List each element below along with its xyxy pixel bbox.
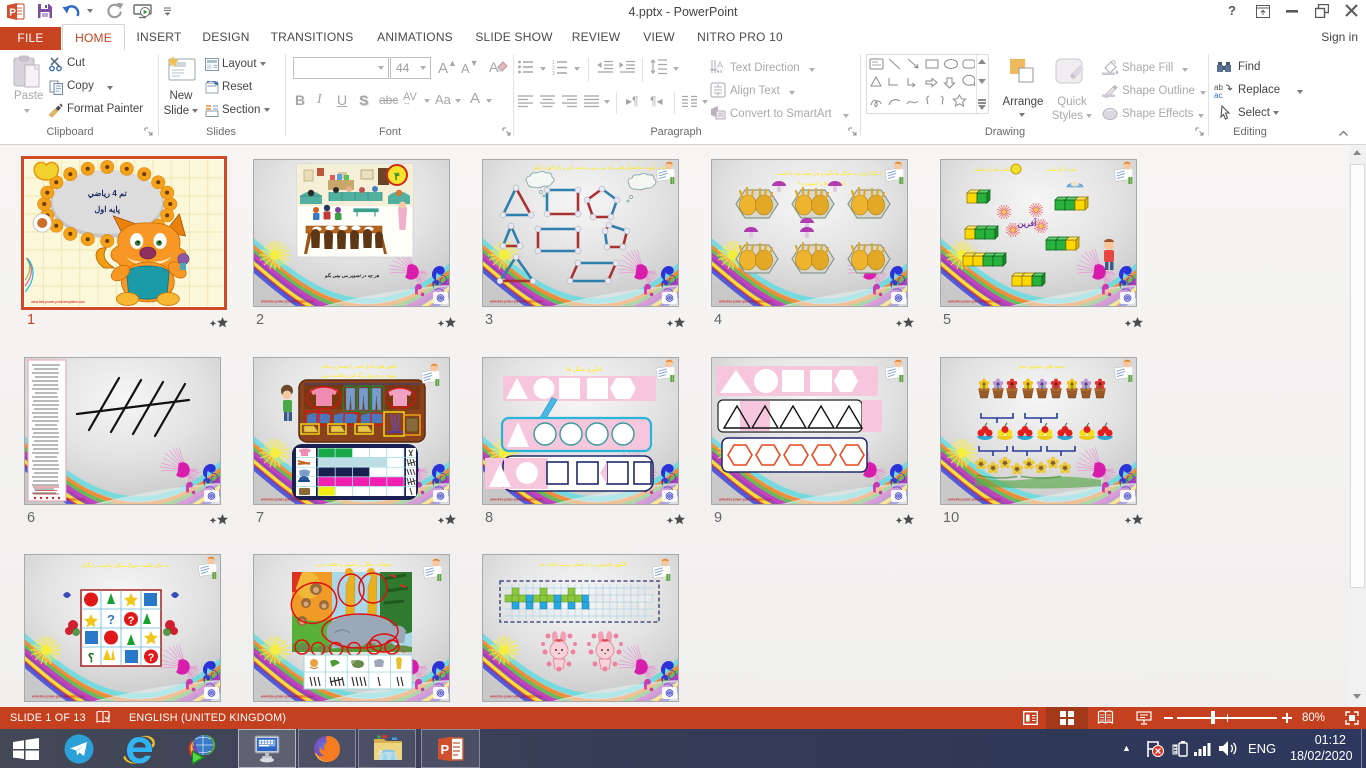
svg-text:?: ?: [107, 612, 115, 627]
svg-text:يادآوری شکل ها: يادآوری شکل ها: [567, 365, 604, 373]
svg-text:به جای علامت سوال شکل مناسب را: به جای علامت سوال شکل مناسب را بگذار: [80, 562, 169, 569]
svg-text:چند تا کم است: چند تا کم است: [1046, 167, 1077, 173]
svg-text:۴: ۴: [394, 171, 400, 183]
svg-text:نمونه در جدول رنگ کن و علامت ب: نمونه در جدول رنگ کن و علامت بزن: [321, 372, 396, 379]
svg-text:تم 4 رياضي: تم 4 رياضي: [88, 189, 128, 199]
svg-text:آفرين: آفرين: [1018, 217, 1038, 229]
svg-text:حيوانات جنگل را بشمار و علامت: حيوانات جنگل را بشمار و علامت بزن: [316, 561, 392, 568]
svg-text:الگوی هارمونی را به همان ترتيب: الگوی هارمونی را به همان ترتيب ادامه بده: [540, 561, 627, 568]
svg-text:با نگاه کردن به شکل ها بگو در: با نگاه کردن به شکل ها بگو در هر دسته چن…: [777, 170, 883, 177]
svg-text:هر چه در تصوير می بينی بگو: هر چه در تصوير می بينی بگو: [324, 272, 380, 279]
svg-text:?: ?: [128, 615, 135, 627]
svg-text:؟: ؟: [88, 651, 94, 665]
svg-text:www.free-power-point-templates: www.free-power-point-templates.com: [31, 300, 85, 304]
svg-text:?: ?: [148, 652, 155, 664]
svg-text:A: A: [717, 60, 723, 70]
svg-text:مکعب ها را بشمار: مکعب ها را بشمار: [973, 167, 1012, 173]
svg-text:دسته های مساوی بساز: دسته های مساوی بساز: [1016, 364, 1065, 370]
svg-text:3: 3: [552, 71, 555, 75]
svg-text:P: P: [441, 742, 450, 757]
svg-text:لباس های داخل کمد را بشمار و م: لباس های داخل کمد را بشمار و مانند: [321, 364, 397, 370]
svg-text:پايه اول: پايه اول: [94, 205, 120, 215]
svg-text:با چوب کبريت ها شکل هايی که می: با چوب کبريت ها شکل هايی که می بينی درست…: [533, 164, 672, 171]
svg-text:P: P: [9, 8, 16, 19]
svg-text:ac: ac: [1214, 91, 1222, 98]
